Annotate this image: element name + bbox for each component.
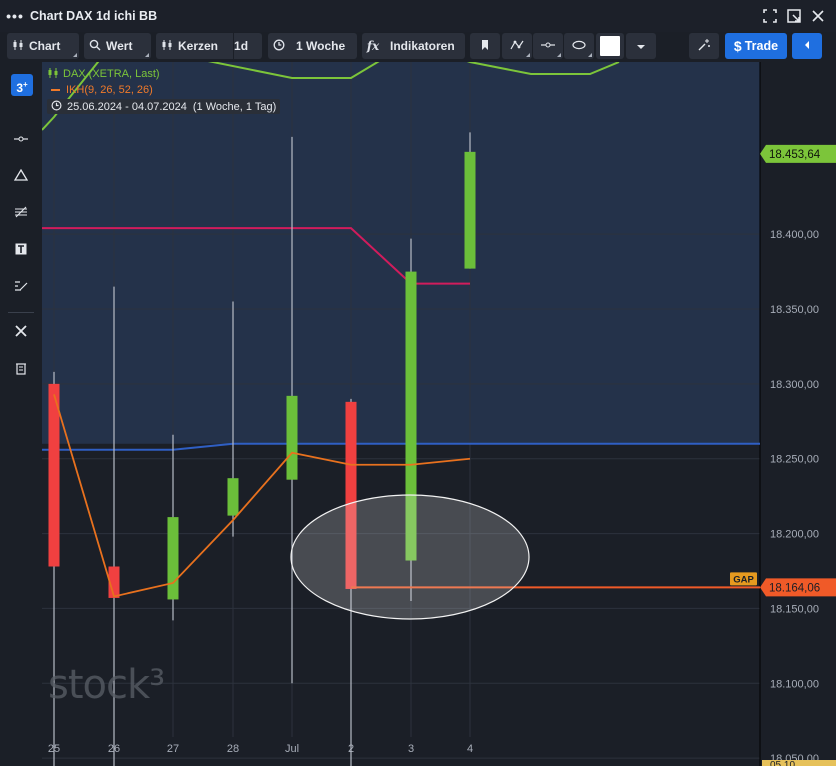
color-picker-button[interactable] — [596, 33, 624, 59]
candle-body — [167, 517, 179, 600]
gap-tag-label: GAP — [733, 574, 754, 585]
candle — [464, 132, 476, 269]
stock3-logo-button[interactable]: 3+ — [11, 74, 33, 96]
candle-body — [48, 383, 60, 567]
search-icon — [84, 39, 106, 54]
fx-icon: fx — [366, 39, 380, 53]
date-range-text: 25.06.2024 - 04.07.2024 — [67, 100, 187, 113]
window-title: Chart DAX 1d ichi BB — [30, 9, 158, 23]
dollar-icon: $ — [733, 38, 742, 54]
ellipse-tool-button[interactable] — [564, 33, 594, 59]
separator — [233, 33, 234, 59]
y-tick-label: 18.100,00 — [770, 678, 819, 690]
chart-type-button[interactable]: Chart — [7, 33, 79, 59]
value-label: Wert — [106, 39, 133, 53]
trash-icon[interactable] — [10, 361, 32, 381]
chart-svg: 18.050,0018.100,0018.150,0018.200,0018.2… — [41, 40, 836, 766]
tools-icon[interactable] — [10, 324, 32, 344]
chart-legend: DAX (XETRA, Last) IKH(9, 26, 52, 26) 25.… — [47, 66, 281, 114]
last-price-tag-label: 18.453,64 — [769, 149, 821, 161]
candle-body — [464, 151, 476, 269]
chevron-left-icon — [804, 40, 810, 53]
x-tick-label: 3 — [408, 743, 414, 755]
horizontal-line-icon — [541, 39, 555, 53]
y-tick-label: 18.400,00 — [770, 229, 819, 241]
ichimoku-cloud — [42, 62, 760, 444]
bookmark-button[interactable] — [470, 33, 500, 59]
x-tick-label: Jul — [285, 743, 299, 755]
ellipse-icon — [572, 39, 586, 53]
chevron-down-icon — [636, 39, 646, 53]
x-tick-label: 27 — [167, 743, 179, 755]
range-button[interactable]: 1 Woche — [268, 33, 357, 59]
draw-path-button[interactable] — [502, 33, 532, 59]
ellipse-annotation — [290, 494, 530, 620]
magic-button[interactable] — [689, 33, 719, 59]
maximize-icon[interactable] — [762, 8, 778, 24]
interval-label[interactable]: 1d — [234, 39, 248, 53]
popout-icon[interactable] — [786, 8, 802, 24]
title-bar: ••• Chart DAX 1d ichi BB — [0, 0, 836, 32]
y-axis-panel — [760, 62, 836, 766]
sidebar-divider — [8, 312, 34, 313]
trade-label: Trade — [744, 39, 779, 53]
drawing-sidebar: 3+ — [0, 62, 42, 766]
hline-tool-button[interactable] — [533, 33, 563, 59]
candles-icon — [7, 39, 29, 54]
clock-icon — [268, 39, 290, 54]
trade-button[interactable]: $ Trade — [725, 33, 787, 59]
chart-panel[interactable]: 18.050,00 18.100,00 18.150,00 18.200,00 18.2… — [41, 40, 836, 766]
fibonacci-tool-icon[interactable] — [10, 204, 32, 224]
bookmark-icon — [480, 39, 490, 54]
gap-price-tag-label: 18.164,06 — [769, 582, 820, 594]
chart-label: Chart — [29, 39, 61, 53]
hline-tool-icon[interactable] — [10, 130, 32, 150]
more-dropdown-button[interactable] — [626, 33, 656, 59]
y-tick-label: 18.150,00 — [770, 603, 819, 615]
line-swatch-icon — [51, 89, 60, 91]
y-tick-label: 18.250,00 — [770, 454, 819, 466]
color-swatch — [600, 36, 620, 56]
x-tick-label: 28 — [227, 743, 239, 755]
y-tick-label: 18.200,00 — [770, 529, 819, 541]
window-menu-icon[interactable]: ••• — [0, 8, 30, 24]
toolbar: Chart Wert Kerzen 1d 1 Woche fx Indikato… — [0, 32, 836, 62]
indicators-label: Indikatoren — [390, 39, 455, 53]
indicators-button[interactable]: fx Indikatoren — [362, 33, 465, 59]
collapse-panel-button[interactable] — [792, 33, 822, 59]
y-tick-label: 18.300,00 — [770, 379, 819, 391]
candles-button[interactable]: Kerzen 1d — [156, 33, 262, 59]
candles-label: Kerzen — [178, 39, 219, 53]
watermark: stock³ — [48, 662, 165, 708]
triangle-tool-icon[interactable] — [10, 167, 32, 187]
sparkle-icon — [697, 38, 711, 55]
path-tool-icon — [510, 39, 524, 54]
range-note-text: (1 Woche, 1 Tag) — [192, 100, 277, 113]
candles-icon — [156, 39, 178, 54]
candles-icon — [47, 67, 59, 81]
pencil-tool-icon[interactable] — [10, 278, 32, 298]
value-button[interactable]: Wert — [84, 33, 151, 59]
legend-instrument[interactable]: DAX (XETRA, Last) — [47, 66, 280, 82]
candle-body — [286, 395, 298, 480]
legend-date-range: 25.06.2024 - 04.07.2024 (1 Woche, 1 Tag) — [47, 99, 281, 114]
legend-indicator[interactable]: IKH(9, 26, 52, 26) — [47, 82, 280, 98]
legend-indicator-label: IKH(9, 26, 52, 26) — [66, 84, 153, 96]
close-icon[interactable] — [810, 8, 826, 24]
x-tick-label: 4 — [467, 743, 473, 755]
legend-instrument-label: DAX (XETRA, Last) — [63, 68, 160, 80]
text-tool-icon[interactable] — [10, 241, 32, 261]
candle-body — [227, 478, 239, 516]
range-label: 1 Woche — [296, 39, 346, 53]
y-tick-label: 18.350,00 — [770, 304, 819, 316]
bottom-partial-label: 05 10 — [770, 760, 795, 766]
clock-icon — [51, 100, 62, 114]
